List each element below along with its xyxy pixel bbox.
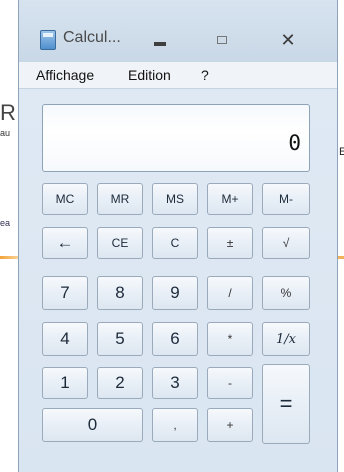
multiply-button[interactable]: * xyxy=(207,322,253,356)
digit-2-button[interactable]: 2 xyxy=(97,367,143,399)
digit-6-button[interactable]: 6 xyxy=(152,322,198,356)
digit-3-button[interactable]: 3 xyxy=(152,367,198,399)
percent-button[interactable]: % xyxy=(262,276,310,310)
digit-9-button[interactable]: 9 xyxy=(152,276,198,310)
menu-item-help[interactable]: ? xyxy=(201,67,209,83)
digit-5-button[interactable]: 5 xyxy=(97,322,143,356)
memory-subtract-button[interactable]: M- xyxy=(262,183,310,215)
close-button[interactable]: ✕ xyxy=(255,22,321,58)
menu-item-edition[interactable]: Edition xyxy=(128,67,171,83)
minimize-icon xyxy=(154,42,166,46)
maximize-icon xyxy=(217,36,227,44)
memory-store-button[interactable]: MS xyxy=(152,183,198,215)
backspace-arrow-icon: ← xyxy=(56,233,74,252)
memory-clear-button[interactable]: MC xyxy=(42,183,88,215)
background-text-fragment: au xyxy=(0,128,11,138)
minimize-button[interactable] xyxy=(131,22,189,58)
background-text-fragment: R xyxy=(0,100,16,125)
maximize-button[interactable] xyxy=(193,22,251,58)
background-accent-line xyxy=(338,256,344,259)
digit-1-button[interactable]: 1 xyxy=(42,367,88,399)
title-bar[interactable]: Calcul... ✕ xyxy=(19,0,337,62)
calculator-display: 0 xyxy=(42,104,310,172)
digit-4-button[interactable]: 4 xyxy=(42,322,88,356)
menu-bar: Affichage Edition ? xyxy=(19,62,337,89)
memory-recall-button[interactable]: MR xyxy=(97,183,143,215)
background-text-fragment: E xyxy=(339,146,344,158)
menu-item-affichage[interactable]: Affichage xyxy=(36,67,94,83)
subtract-button[interactable]: - xyxy=(207,367,253,399)
digit-7-button[interactable]: 7 xyxy=(42,276,88,310)
negate-button[interactable]: ± xyxy=(207,227,253,259)
digit-0-button[interactable]: 0 xyxy=(42,408,143,442)
background-accent-line xyxy=(0,256,20,259)
display-value: 0 xyxy=(288,131,301,155)
divide-button[interactable]: / xyxy=(207,276,253,310)
add-button[interactable]: + xyxy=(207,408,253,442)
clear-button[interactable]: C xyxy=(152,227,198,259)
square-root-button[interactable]: √ xyxy=(262,227,310,259)
reciprocal-button[interactable]: 1/x xyxy=(262,322,310,356)
close-icon: ✕ xyxy=(280,29,296,50)
clear-entry-button[interactable]: CE xyxy=(97,227,143,259)
digit-8-button[interactable]: 8 xyxy=(97,276,143,310)
decimal-separator-button[interactable]: , xyxy=(152,408,198,442)
equals-button[interactable]: = xyxy=(262,364,310,444)
memory-add-button[interactable]: M+ xyxy=(207,183,253,215)
backspace-button[interactable]: ← xyxy=(42,227,88,259)
window-title: Calcul... xyxy=(63,29,121,46)
background-text-fragment: ea xyxy=(0,218,11,228)
calculator-icon xyxy=(40,30,56,50)
